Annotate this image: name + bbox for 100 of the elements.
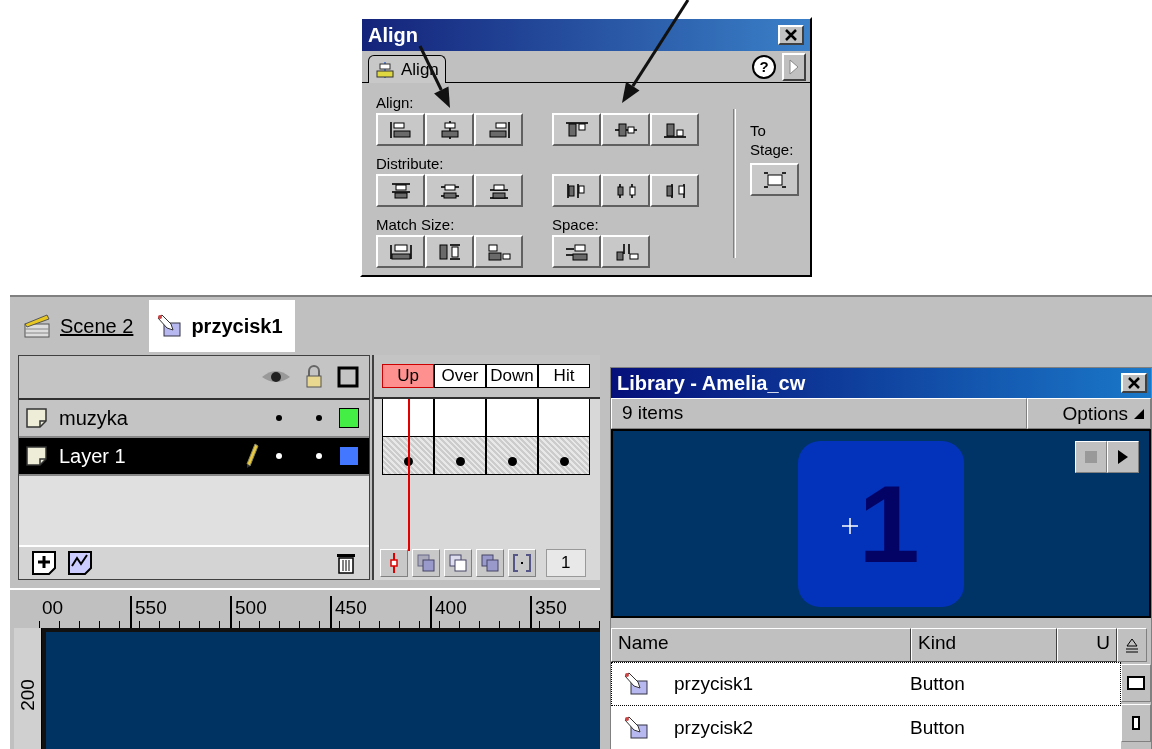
library-row[interactable]: przycisk1 Button xyxy=(611,662,1121,706)
button-symbol-icon xyxy=(155,314,184,338)
column-header[interactable]: Kind xyxy=(911,628,1057,662)
section-label: Space: xyxy=(552,216,600,233)
align-tool-button[interactable] xyxy=(376,174,425,207)
align-tool-button[interactable] xyxy=(376,235,425,268)
clapperboard-icon xyxy=(22,312,52,340)
narrow-view-button[interactable] xyxy=(1121,704,1151,742)
stop-icon xyxy=(1085,451,1097,463)
add-guide-layer-icon[interactable] xyxy=(67,550,93,576)
button-symbol-icon xyxy=(622,672,650,696)
trash-icon[interactable] xyxy=(335,551,357,575)
close-icon xyxy=(784,29,798,41)
breadcrumb-link[interactable]: Scene 2 xyxy=(16,300,146,352)
onion-skin-button[interactable] xyxy=(412,549,440,577)
visibility-dot[interactable] xyxy=(276,453,282,459)
lock-dot[interactable] xyxy=(316,453,322,459)
panel-menu-button[interactable] xyxy=(782,52,806,81)
frame-cell[interactable] xyxy=(486,399,538,437)
align-tool-button[interactable] xyxy=(425,235,474,268)
overlapping-squares-icon xyxy=(480,553,500,573)
layer-icon xyxy=(25,407,49,429)
layer-row[interactable]: Layer 1 xyxy=(19,438,369,476)
narrow-rectangle-icon xyxy=(1130,715,1142,731)
to-stage-label: To Stage: xyxy=(750,121,795,159)
align-tool-button[interactable] xyxy=(601,113,650,146)
item-name: przycisk1 xyxy=(673,673,755,695)
item-kind: Button xyxy=(910,717,966,739)
panel-title: Align xyxy=(368,23,418,47)
onion-markers-button[interactable] xyxy=(508,549,536,577)
align-tool-button[interactable] xyxy=(650,174,699,207)
to-stage-button[interactable] xyxy=(750,163,799,196)
align-tool-button[interactable] xyxy=(376,113,425,146)
frame-cell[interactable] xyxy=(434,437,486,475)
keyframe-dot xyxy=(455,457,465,466)
lock-dot[interactable] xyxy=(316,415,322,421)
align-tool-button[interactable] xyxy=(425,113,474,146)
play-button[interactable] xyxy=(1107,441,1139,473)
frame-cell[interactable] xyxy=(382,399,434,437)
breadcrumb-link[interactable]: przycisk1 xyxy=(149,300,295,352)
frame-label[interactable]: Up xyxy=(382,364,434,388)
edit-multiple-frames-button[interactable] xyxy=(476,549,504,577)
frame-cell[interactable] xyxy=(434,399,486,437)
close-button[interactable] xyxy=(1121,373,1147,393)
item-count: 9 items xyxy=(611,398,1027,429)
keyframe-dot xyxy=(507,457,517,466)
layer-color-swatch[interactable] xyxy=(339,408,359,428)
frame-cell[interactable] xyxy=(538,437,590,475)
align-tool-button[interactable] xyxy=(601,235,650,268)
corner-triangle-icon xyxy=(1134,408,1144,419)
layer-row[interactable]: muzyka xyxy=(19,400,369,438)
keyframe-dot xyxy=(559,457,569,466)
stop-button[interactable] xyxy=(1075,441,1107,473)
layer-color-swatch[interactable] xyxy=(339,446,359,466)
center-frame-button[interactable] xyxy=(380,549,408,577)
align-tool-button[interactable] xyxy=(552,174,601,207)
triangle-right-icon xyxy=(789,58,799,75)
overlapping-squares-icon xyxy=(416,553,436,573)
item-kind: Button xyxy=(910,673,966,695)
button-symbol-icon xyxy=(622,716,650,740)
sort-button[interactable] xyxy=(1117,628,1147,662)
column-header[interactable]: Name xyxy=(611,628,911,662)
overlapping-squares-icon xyxy=(448,553,468,573)
align-tool-button[interactable] xyxy=(552,113,601,146)
close-button[interactable] xyxy=(778,25,804,45)
layer-name: muzyka xyxy=(59,406,129,430)
frame-label[interactable]: Down xyxy=(486,364,538,388)
eye-icon xyxy=(261,369,291,385)
options-menu-button[interactable]: Options xyxy=(1027,398,1151,429)
layer-icon xyxy=(25,445,49,467)
playhead-icon xyxy=(389,552,399,574)
sort-icon xyxy=(1124,637,1140,653)
align-tool-button[interactable] xyxy=(474,235,523,268)
ruler-label: 00 xyxy=(41,596,65,620)
align-tool-button[interactable] xyxy=(425,174,474,207)
current-frame-field[interactable]: 1 xyxy=(546,549,586,577)
column-header[interactable]: U xyxy=(1057,628,1117,662)
frame-cell[interactable] xyxy=(382,437,434,475)
section-label: Align: xyxy=(376,94,415,111)
align-tool-button[interactable] xyxy=(601,174,650,207)
item-name: przycisk2 xyxy=(673,717,755,739)
visibility-dot[interactable] xyxy=(276,415,282,421)
frame-cell[interactable] xyxy=(486,437,538,475)
wide-view-button[interactable] xyxy=(1121,664,1151,702)
preview-glyph: 1 xyxy=(858,461,920,587)
align-tool-button[interactable] xyxy=(474,113,523,146)
frame-label[interactable]: Hit xyxy=(538,364,590,388)
help-button[interactable]: ? xyxy=(752,54,776,79)
align-tool-button[interactable] xyxy=(552,235,601,268)
library-row[interactable]: przycisk2 Button xyxy=(611,706,1121,749)
align-tool-button[interactable] xyxy=(650,113,699,146)
onion-outline-button[interactable] xyxy=(444,549,472,577)
align-tab-icon xyxy=(375,60,395,79)
add-layer-icon[interactable] xyxy=(31,550,57,576)
frame-cell[interactable] xyxy=(538,399,590,437)
outline-square-icon xyxy=(337,366,359,388)
align-tool-button[interactable] xyxy=(474,174,523,207)
frame-label[interactable]: Over xyxy=(434,364,486,388)
section-label: Match Size: xyxy=(376,216,456,233)
lock-icon xyxy=(305,365,323,389)
